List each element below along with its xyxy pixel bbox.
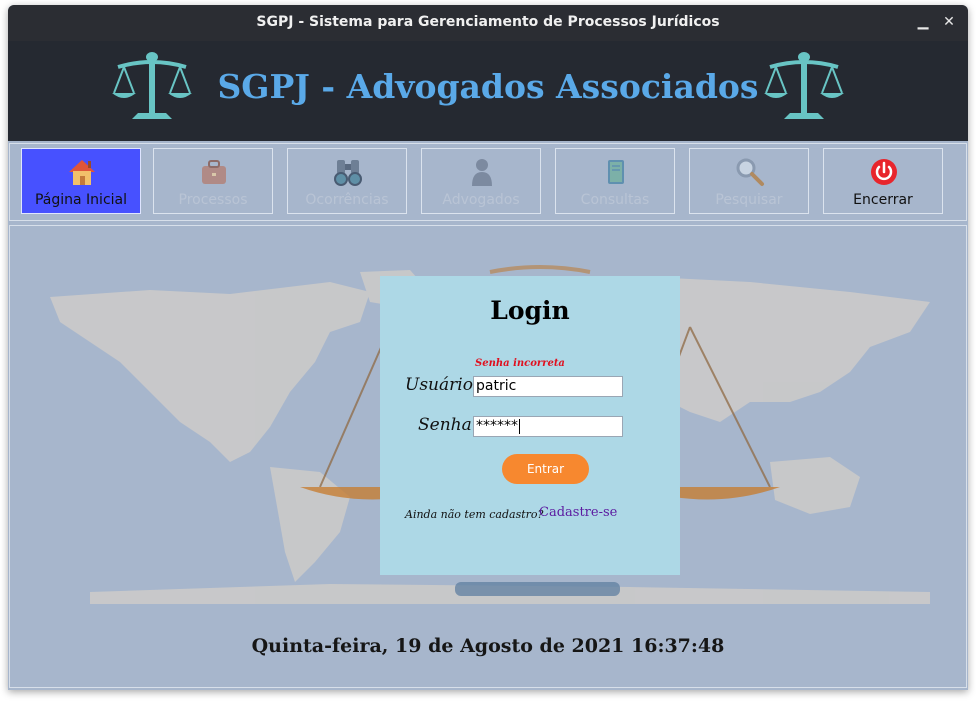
binoculars-icon (334, 160, 362, 186)
close-button[interactable]: ✕ (938, 11, 960, 33)
main-toolbar: Página Inicial Processos Ocorrências Adv… (9, 143, 967, 221)
password-input[interactable]: ****** (473, 416, 623, 437)
queries-label: Consultas (580, 192, 650, 208)
text-cursor (519, 418, 520, 434)
home-button[interactable]: Página Inicial (21, 148, 141, 214)
title-bar[interactable]: SGPJ - Sistema para Gerenciamento de Pro… (8, 5, 968, 41)
power-icon (871, 159, 897, 185)
magnifier-icon (736, 158, 764, 186)
password-value: ****** (476, 418, 518, 434)
home-label: Página Inicial (34, 192, 128, 208)
home-icon (69, 160, 95, 185)
login-panel: Login Senha incorreta Usuário patric Sen… (380, 276, 680, 575)
login-error-message: Senha incorreta (475, 358, 565, 369)
header-banner: SGPJ - Advogados Associados (8, 41, 968, 141)
search-label: Pesquisar (715, 192, 783, 208)
password-label: Senha (418, 415, 472, 435)
app-window: SGPJ - Sistema para Gerenciamento de Pro… (8, 5, 968, 690)
scales-of-justice-icon (764, 52, 844, 119)
lawyers-label: Advogados (442, 192, 520, 208)
processes-label: Processos (178, 192, 248, 208)
current-datetime: Quinta-feira, 19 de Agosto de 2021 16:37… (251, 635, 725, 657)
processes-button[interactable]: Processos (153, 148, 273, 214)
window-title: SGPJ - Sistema para Gerenciamento de Pro… (256, 14, 720, 30)
username-input[interactable]: patric (473, 376, 623, 397)
briefcase-icon (202, 160, 226, 184)
signup-link[interactable]: Cadastre-se (539, 505, 617, 520)
minimize-button[interactable]: ▁ (912, 11, 934, 33)
occurrences-label: Ocorrências (305, 192, 389, 208)
login-title: Login (490, 296, 570, 325)
username-value: patric (476, 378, 517, 394)
occurrences-button[interactable]: Ocorrências (287, 148, 407, 214)
lawyers-button[interactable]: Advogados (421, 148, 541, 214)
search-button[interactable]: Pesquisar (689, 148, 809, 214)
main-content: Login Senha incorreta Usuário patric Sen… (9, 225, 967, 688)
queries-button[interactable]: Consultas (555, 148, 675, 214)
username-label: Usuário (405, 375, 473, 395)
exit-button[interactable]: Encerrar (823, 148, 943, 214)
book-icon (608, 160, 624, 184)
person-icon (472, 159, 492, 186)
signup-question: Ainda não tem cadastro? (405, 508, 544, 521)
exit-label: Encerrar (853, 192, 913, 208)
login-submit-button[interactable]: Entrar (502, 454, 589, 484)
